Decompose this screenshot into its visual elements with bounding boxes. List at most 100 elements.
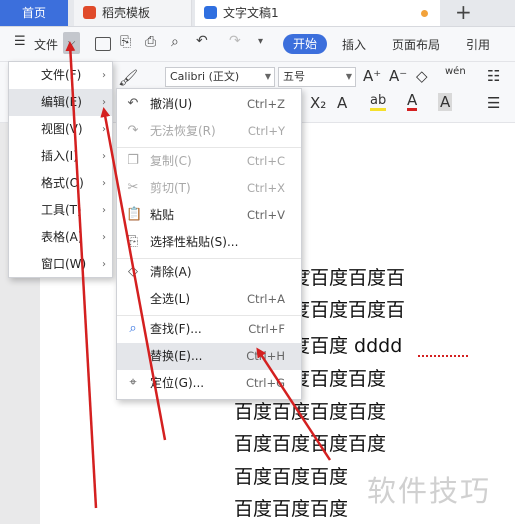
spellcheck-underline [418, 352, 468, 357]
submenu-arrow-icon: › [102, 151, 106, 162]
tab-page-layout[interactable]: 页面布局 [392, 36, 440, 53]
phonetic-guide-icon[interactable]: wén [445, 66, 466, 77]
menu-item-label: 查找(F)... [150, 322, 202, 336]
clear-format-icon[interactable]: ◇ [416, 67, 428, 85]
submenu-arrow-icon: › [102, 232, 106, 243]
document-line[interactable]: 百度百度百度百度 [234, 429, 386, 456]
menu-item-tools[interactable]: 工具(T) › [9, 197, 112, 224]
redo-toolbar-icon[interactable]: ↷ [229, 33, 241, 49]
submenu-arrow-icon: › [307, 267, 311, 278]
menu-item-label: 定位(G)... [150, 376, 205, 390]
format-painter-icon[interactable]: ⎘ [120, 34, 131, 50]
submenu-arrow-icon: › [102, 259, 106, 270]
daoke-logo-icon [83, 6, 96, 19]
tab-template[interactable]: 稻壳模板 [74, 0, 192, 26]
menu-item-label: 无法恢复(R) [150, 124, 216, 138]
document-line[interactable]: 百度百度百度 [234, 462, 348, 489]
tab-start[interactable]: 开始 [283, 34, 327, 54]
menu-item-shortcut: Ctrl+A [247, 292, 285, 306]
menu-item-view[interactable]: 视图(V) › [9, 116, 112, 143]
print-icon[interactable]: ⎙ [145, 34, 156, 50]
menu-item-find[interactable]: ⌕ 查找(F)... Ctrl+F [117, 316, 301, 343]
menu-item-goto[interactable]: ⌖ 定位(G)... Ctrl+G [117, 370, 301, 397]
tab-home[interactable]: 首页 [0, 0, 68, 26]
file-menu-button[interactable]: 文件 [34, 36, 58, 53]
menu-item-label: 视图(V) [41, 122, 83, 136]
print-preview-icon[interactable]: ⌕ [171, 34, 179, 50]
menu-item-label: 文件(F) [41, 68, 82, 82]
font-color-icon[interactable]: A [407, 93, 418, 111]
menu-item-table[interactable]: 表格(A) › [9, 224, 112, 251]
document-line[interactable]: 百度百度百度百度 [234, 397, 386, 424]
menu-item-label: 工具(T) [41, 203, 82, 217]
menu-item-shortcut: Ctrl+C [246, 154, 285, 168]
font-name-chevron-icon: ▼ [264, 72, 271, 81]
menu-item-undo[interactable]: ↶ 撤消(U) Ctrl+Z [117, 91, 301, 118]
menu-item-label: 粘贴 [150, 208, 175, 222]
unsaved-dot-icon [421, 10, 428, 17]
menu-item-label: 表格(A) [41, 230, 83, 244]
menu-item-label: 窗口(W) [41, 257, 87, 271]
save-icon[interactable] [95, 37, 111, 51]
menu-item-label: 插入(I) [41, 149, 78, 163]
menu-item-shortcut: Ctrl+Y [247, 124, 285, 138]
menu-item-label: 清除(A) [150, 265, 192, 279]
menu-item-file[interactable]: 文件(F) › [9, 62, 112, 89]
text-effect-icon[interactable]: A [337, 94, 347, 112]
menu-item-paste[interactable]: 📋 粘贴 Ctrl+V [117, 202, 301, 229]
menu-item-redo[interactable]: ↷ 无法恢复(R) Ctrl+Y [117, 118, 301, 145]
locate-icon: ⌖ [129, 375, 137, 390]
submenu-arrow-icon: › [102, 97, 106, 108]
undo-toolbar-icon[interactable]: ↶ [196, 33, 208, 49]
menu-item-select-all[interactable]: 全选(L) Ctrl+A [117, 286, 301, 313]
subscript-icon[interactable]: X₂ [310, 94, 326, 112]
file-dropdown-menu: 文件(F) › 编辑(E) › 视图(V) › 插入(I) › 格式(O) › 工具(T)… [8, 61, 113, 278]
tab-template-label: 稻壳模板 [102, 6, 151, 20]
grow-font-icon[interactable]: A⁺ [363, 67, 381, 85]
paste-icon: 📋 [126, 207, 143, 222]
search-icon: ⌕ [129, 321, 137, 336]
menu-item-label: 复制(C) [150, 154, 192, 168]
menu-item-label: 剪切(T) [150, 181, 191, 195]
bullet-list-icon[interactable]: ☷ [487, 67, 500, 85]
align-left-icon[interactable]: ☰ [487, 94, 500, 112]
menu-item-replace[interactable]: 替换(E)... Ctrl+H [117, 343, 301, 370]
tab-insert[interactable]: 插入 [342, 36, 366, 53]
font-size-chevron-icon: ▼ [345, 72, 352, 81]
submenu-arrow-icon: › [102, 70, 106, 81]
font-name-value: Calibri (正文) [170, 70, 240, 83]
menu-item-cut[interactable]: ✂ 剪切(T) Ctrl+X [117, 175, 301, 202]
char-shading-icon[interactable]: A [438, 93, 453, 111]
submenu-arrow-icon: › [102, 205, 106, 216]
redo-icon: ↷ [127, 123, 139, 138]
font-size-select[interactable]: 五号 ▼ [278, 67, 356, 87]
menu-item-format[interactable]: 格式(O) › [9, 170, 112, 197]
more-options-chevron-icon[interactable]: ▾ [258, 36, 263, 47]
menu-item-copy[interactable]: ❐ 复制(C) Ctrl+C [117, 148, 301, 175]
scissors-icon: ✂ [127, 180, 139, 195]
menu-item-label: 格式(O) [41, 176, 84, 190]
font-name-select[interactable]: Calibri (正文) ▼ [165, 67, 275, 87]
shrink-font-icon[interactable]: A⁻ [389, 67, 407, 85]
document-line[interactable]: 百度百度百度 [234, 494, 348, 521]
tab-reference[interactable]: 引用 [466, 36, 490, 53]
tab-document[interactable]: 文字文稿1 [195, 0, 440, 26]
menu-item-edit[interactable]: 编辑(E) › [9, 89, 112, 116]
menu-item-window[interactable]: 窗口(W) › [9, 251, 112, 278]
brush-icon[interactable]: 🖌 [118, 68, 138, 87]
edit-submenu: ↶ 撤消(U) Ctrl+Z ↷ 无法恢复(R) Ctrl+Y ❐ 复制(C) … [116, 88, 311, 400]
new-tab-button[interactable]: + [455, 0, 472, 24]
menu-item-clear[interactable]: ◇ 清除(A) › [117, 259, 311, 286]
menu-item-insert[interactable]: 插入(I) › [9, 143, 112, 170]
undo-icon: ↶ [127, 96, 139, 111]
menu-item-label: 撤消(U) [150, 97, 193, 111]
menu-item-shortcut: Ctrl+F [248, 322, 285, 336]
menu-item-shortcut: Ctrl+G [245, 376, 285, 390]
file-dropdown-chevron-icon[interactable]: ⌵ [63, 32, 80, 54]
submenu-arrow-icon: › [102, 178, 106, 189]
highlight-color-icon[interactable]: ab [370, 94, 387, 111]
menu-item-paste-special[interactable]: ⎘ 选择性粘贴(S)... [117, 229, 301, 256]
tab-document-label: 文字文稿1 [223, 6, 279, 20]
submenu-arrow-icon: › [102, 124, 106, 135]
hamburger-menu-icon[interactable]: ☰ [14, 35, 28, 49]
